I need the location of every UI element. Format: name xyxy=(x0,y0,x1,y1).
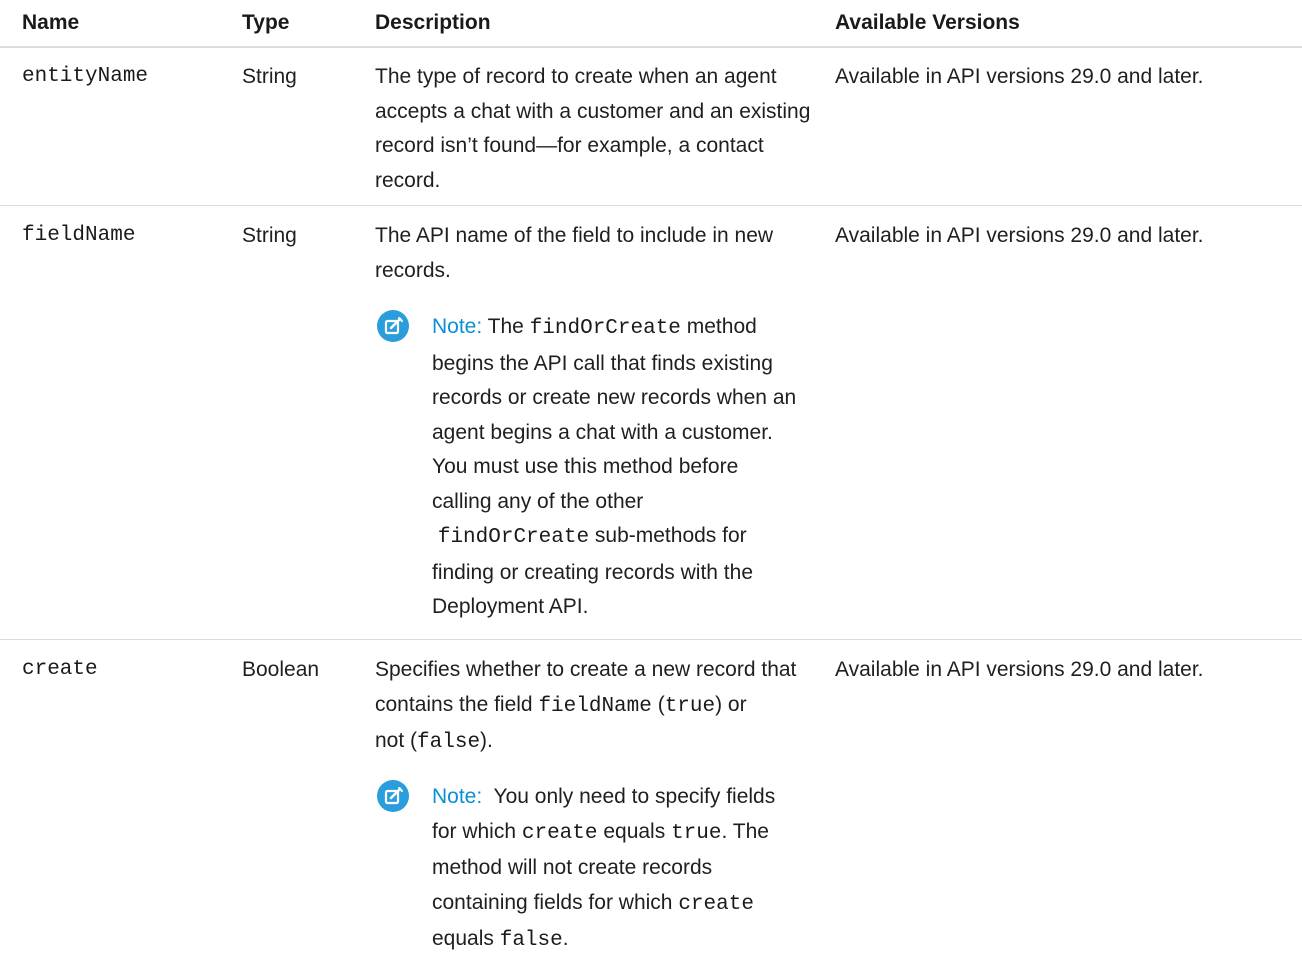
note-text-segment: method xyxy=(680,315,757,338)
param-name: entityName xyxy=(22,65,149,88)
param-name: create xyxy=(22,658,98,681)
note-line: Note: The findOrCreate method xyxy=(432,310,822,347)
text-segment: ) or xyxy=(715,692,747,716)
note-line: finding or creating records with the xyxy=(432,560,753,584)
note-line: equals false. xyxy=(432,922,822,959)
header-versions: Available Versions xyxy=(835,11,1020,34)
code-false: false xyxy=(499,929,563,952)
code-false: false xyxy=(417,731,481,754)
description-line: The API name of the field to include in … xyxy=(375,224,774,247)
note-label: Note: xyxy=(432,315,483,338)
description-line: Specifies whether to create a new record… xyxy=(375,658,797,681)
note-line: containing fields for which create xyxy=(432,886,822,923)
note-line: calling any of the other xyxy=(432,489,644,513)
param-versions: Available in API versions 29.0 and later… xyxy=(835,658,1204,681)
param-type: Boolean xyxy=(242,658,320,681)
edit-note-icon xyxy=(377,780,409,812)
description-line: contains the field fieldName (true) or xyxy=(375,688,819,725)
header-type: Type xyxy=(242,11,290,34)
edit-note-icon xyxy=(377,310,409,342)
description-line: accepts a chat with a customer and an ex… xyxy=(375,99,811,123)
text-segment: not ( xyxy=(375,729,418,752)
note-line: method will not create records xyxy=(432,856,713,879)
code-create: create xyxy=(521,821,598,845)
header-name: Name xyxy=(22,11,80,34)
description-line: not (false). xyxy=(375,724,819,761)
param-versions: Available in API versions 29.0 and later… xyxy=(835,65,1204,88)
note-line: begins the API call that finds existing xyxy=(432,351,773,375)
note-text-segment: containing fields for which xyxy=(432,890,679,914)
param-description: Specifies whether to create a new record… xyxy=(375,653,819,761)
note-text: Note: You only need to specify fields fo… xyxy=(432,780,822,959)
description-line: record isn’t found—for example, a contac… xyxy=(375,134,764,157)
note-text-segment: equals xyxy=(432,927,500,950)
header-description: Description xyxy=(375,11,491,34)
note-text-segment: equals xyxy=(597,819,672,843)
text-segment: ( xyxy=(651,692,665,716)
note-line: Note: You only need to specify fields xyxy=(432,780,822,815)
note-text-segment: sub-methods for xyxy=(589,524,747,547)
code-true: true xyxy=(671,821,722,845)
text-segment: ). xyxy=(480,729,493,752)
note-line: Deployment API. xyxy=(432,595,589,618)
code-find-or-create: findOrCreate xyxy=(437,526,590,549)
note-text-segment: for which xyxy=(432,819,522,843)
param-description: The type of record to create when an age… xyxy=(375,60,819,198)
note-line: records or create new records when an xyxy=(432,386,797,409)
note-text-segment: You only need to specify fields xyxy=(482,785,776,808)
description-line: The type of record to create when an age… xyxy=(375,65,777,88)
note-line: agent begins a chat with a customer. xyxy=(432,420,773,444)
row-divider xyxy=(0,205,1302,206)
code-true: true xyxy=(664,694,716,718)
code-field-name: fieldName xyxy=(538,694,652,718)
code-find-or-create: findOrCreate xyxy=(529,317,681,340)
param-type: String xyxy=(242,65,297,88)
note-line: findOrCreate sub-methods for xyxy=(432,519,822,556)
note-text-segment: . xyxy=(562,927,569,950)
description-line: record. xyxy=(375,168,441,192)
param-type: String xyxy=(242,224,297,247)
note-text-segment: . The xyxy=(721,819,769,843)
text-segment: contains the field xyxy=(375,692,539,716)
note-text-segment: The xyxy=(482,315,530,338)
note-line: You must use this method before xyxy=(432,455,739,478)
note-text: Note: The findOrCreate method begins the… xyxy=(432,310,822,625)
header-divider xyxy=(0,46,1302,48)
param-name: fieldName xyxy=(22,224,136,247)
note-label: Note: xyxy=(432,785,483,808)
note-line: for which create equals true. The xyxy=(432,815,822,852)
row-divider xyxy=(0,639,1302,640)
param-description: The API name of the field to include in … xyxy=(375,219,819,288)
code-create: create xyxy=(678,892,754,916)
param-versions: Available in API versions 29.0 and later… xyxy=(835,224,1204,247)
description-line: records. xyxy=(375,258,451,282)
